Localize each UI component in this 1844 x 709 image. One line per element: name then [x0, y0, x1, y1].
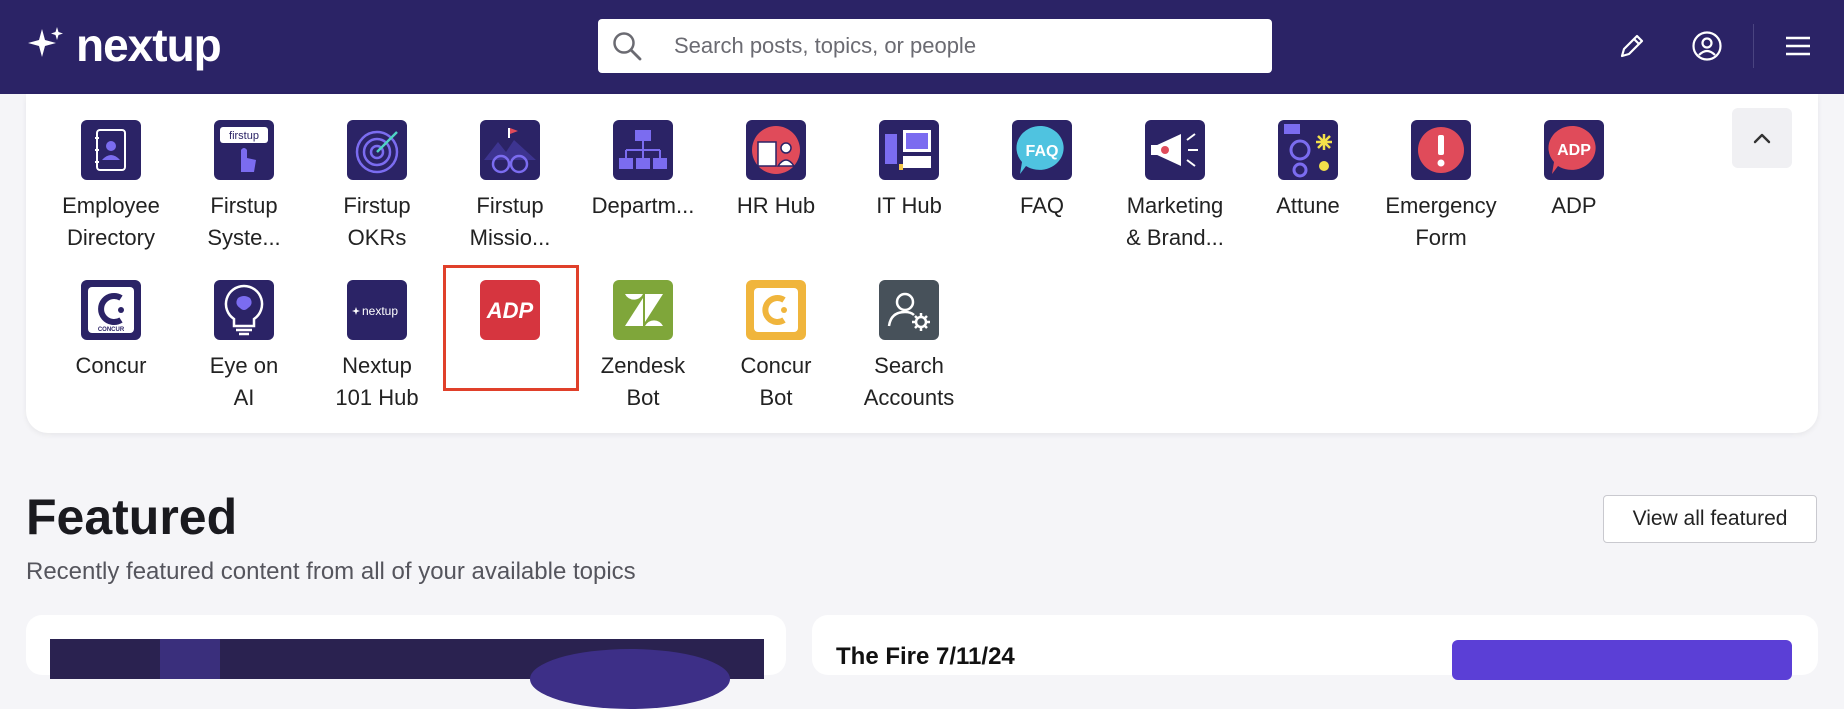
app-concur[interactable]: CONCUR Concur — [46, 280, 176, 382]
app-attune[interactable]: Attune — [1243, 120, 1373, 222]
app-label: Attune — [1276, 193, 1340, 218]
nextup-logo-icon: nextup — [347, 280, 407, 340]
binoculars-icon — [480, 120, 540, 180]
attune-icon — [1278, 120, 1338, 180]
pencil-icon — [1620, 34, 1644, 58]
featured-card-post[interactable]: The Fire 7/11/24 — [812, 615, 1818, 680]
app-label: Employee Directory — [62, 193, 160, 250]
sparkle-icon — [28, 27, 63, 57]
org-chart-icon — [613, 120, 673, 180]
svg-text:nextup: nextup — [362, 304, 398, 318]
app-label: ADP — [1551, 193, 1597, 218]
target-icon — [347, 120, 407, 180]
app-label: Zendesk Bot — [600, 353, 686, 410]
featured-heading: Featured — [26, 489, 238, 545]
megaphone-icon — [1145, 120, 1205, 180]
app-employee-directory[interactable]: Employee Directory — [46, 120, 176, 254]
top-nav-bar: nextup — [0, 0, 1844, 94]
app-adp[interactable]: ADP ADP — [1509, 120, 1639, 222]
featured-card-image[interactable] — [26, 615, 786, 709]
adp-bubble-icon: ADP — [1544, 120, 1604, 180]
app-label: Firstup Missio... — [469, 193, 551, 250]
app-nextup-101-hub[interactable]: nextup Nextup 101 Hub — [312, 280, 442, 414]
featured-thumbnail — [50, 639, 764, 709]
compose-button[interactable] — [1610, 24, 1654, 68]
alert-icon — [1411, 120, 1471, 180]
app-it-hub[interactable]: IT Hub — [844, 120, 974, 222]
app-label: Concur — [75, 353, 147, 378]
app-firstup-okrs[interactable]: Firstup OKRs — [312, 120, 442, 254]
app-label: Concur Bot — [740, 353, 812, 410]
app-eye-on-ai[interactable]: Eye on AI — [179, 280, 309, 414]
app-departments[interactable]: Departm... — [578, 120, 708, 222]
app-label: Nextup 101 Hub — [335, 353, 419, 410]
user-circle-icon — [1692, 31, 1722, 61]
search-bar[interactable] — [598, 19, 1272, 73]
post-action-button[interactable] — [1452, 640, 1792, 680]
app-label: Emergency Form — [1385, 193, 1497, 250]
concur-bot-icon — [746, 280, 806, 340]
app-label: HR Hub — [736, 193, 816, 218]
svg-text:FAQ: FAQ — [1026, 143, 1059, 160]
view-all-featured-button[interactable]: View all featured — [1603, 495, 1817, 543]
svg-text:CONCUR: CONCUR — [98, 327, 125, 333]
header-divider — [1753, 24, 1754, 68]
app-hr-hub[interactable]: HR Hub — [711, 120, 841, 222]
app-zendesk-bot[interactable]: Zendesk Bot — [578, 280, 708, 414]
post-title: The Fire 7/11/24 — [836, 643, 1015, 670]
menu-button[interactable] — [1776, 24, 1820, 68]
faq-bubble-icon: FAQ — [1012, 120, 1072, 180]
search-icon — [613, 32, 642, 61]
concur-icon: CONCUR — [81, 280, 141, 340]
app-label: Firstup Syste... — [207, 193, 281, 250]
contact-book-icon — [81, 120, 141, 180]
collapse-apps-button[interactable] — [1732, 108, 1792, 168]
search-input[interactable] — [672, 32, 1236, 60]
app-firstup-mission[interactable]: Firstup Missio... — [445, 120, 575, 254]
app-label: Eye on AI — [209, 353, 279, 410]
user-gear-icon — [879, 280, 939, 340]
lightbulb-brain-icon — [214, 280, 274, 340]
app-marketing-brand[interactable]: Marketing & Brand... — [1110, 120, 1240, 254]
svg-text:ADP: ADP — [1557, 142, 1591, 159]
chevron-up-icon — [1753, 133, 1771, 144]
app-emergency-form[interactable]: Emergency Form — [1376, 120, 1506, 254]
featured-subtitle: Recently featured content from all of yo… — [26, 558, 636, 585]
firstup-touch-icon: firstup — [214, 120, 274, 180]
logo-text: nextup — [76, 19, 222, 71]
profile-button[interactable] — [1685, 24, 1729, 68]
hamburger-icon — [1786, 36, 1810, 56]
app-label: Marketing & Brand... — [1126, 193, 1224, 250]
app-label: FAQ — [1019, 193, 1064, 218]
nextup-logo[interactable]: nextup — [26, 18, 222, 72]
app-label: Firstup OKRs — [343, 193, 411, 250]
app-label: Departm... — [591, 193, 695, 218]
app-label: Search Accounts — [863, 353, 955, 410]
app-search-accounts[interactable]: Search Accounts — [844, 280, 974, 414]
svg-text:firstup: firstup — [229, 130, 259, 142]
app-faq[interactable]: FAQ FAQ — [977, 120, 1107, 222]
app-concur-bot[interactable]: Concur Bot — [711, 280, 841, 414]
app-label: IT Hub — [876, 193, 942, 218]
highlight-box — [443, 265, 579, 391]
hr-people-icon — [746, 120, 806, 180]
zendesk-icon — [613, 280, 673, 340]
app-firstup-systems[interactable]: firstup Firstup Syste... — [179, 120, 309, 254]
it-devices-icon — [879, 120, 939, 180]
